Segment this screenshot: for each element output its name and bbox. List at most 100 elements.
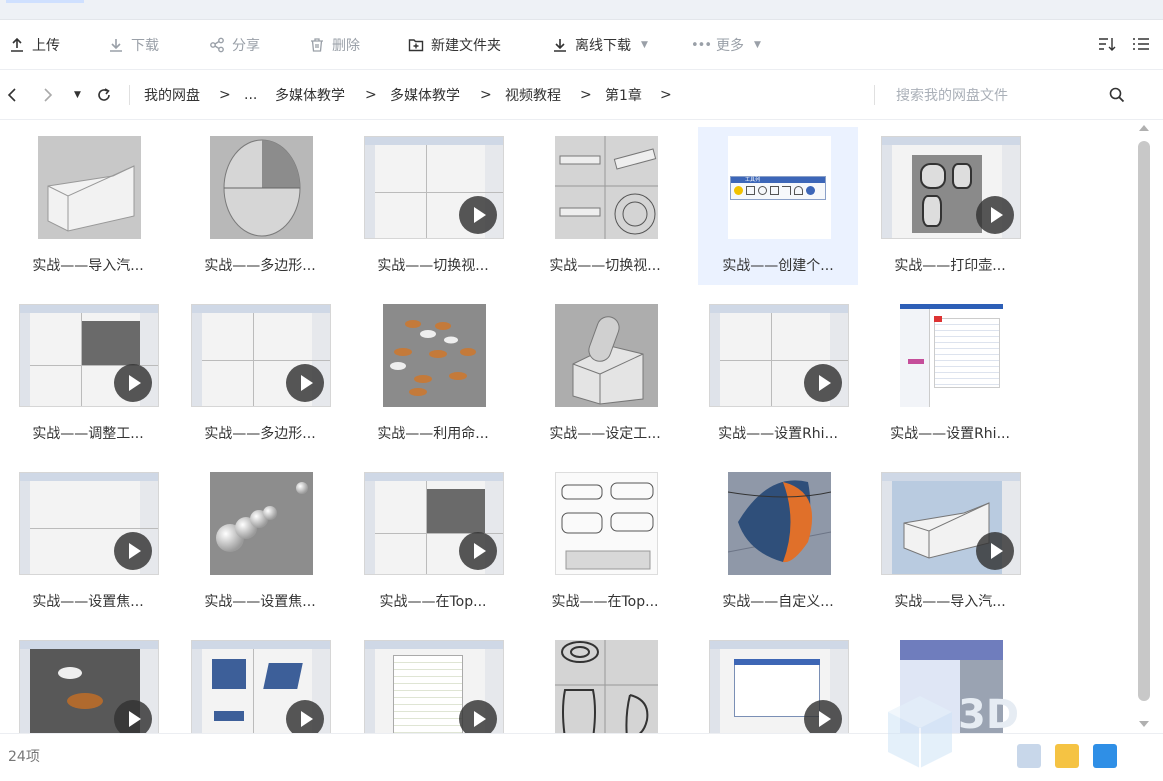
trash-icon bbox=[308, 36, 326, 54]
play-icon[interactable] bbox=[114, 364, 152, 402]
delete-label: 删除 bbox=[332, 38, 360, 54]
file-name: 实战——自定义... bbox=[722, 594, 834, 610]
file-item[interactable]: 实战——打印壶... bbox=[870, 129, 1030, 285]
play-icon[interactable] bbox=[114, 532, 152, 570]
breadcrumb-item[interactable]: 视频教程 bbox=[505, 70, 561, 120]
file-thumbnail bbox=[900, 304, 1003, 407]
play-icon[interactable] bbox=[804, 364, 842, 402]
scroll-down-icon[interactable] bbox=[1139, 721, 1149, 727]
play-icon[interactable] bbox=[114, 700, 152, 733]
file-thumbnail bbox=[555, 304, 658, 407]
breadcrumb-item[interactable]: 我的网盘 bbox=[144, 70, 200, 120]
scroll-up-icon[interactable] bbox=[1139, 125, 1149, 131]
file-item[interactable] bbox=[8, 633, 168, 733]
new-folder-label: 新建文件夹 bbox=[431, 38, 501, 54]
play-icon[interactable] bbox=[976, 196, 1014, 234]
list-view-icon[interactable] bbox=[1131, 34, 1151, 54]
file-name: 实战——在Top... bbox=[379, 594, 487, 610]
file-thumbnail bbox=[191, 640, 331, 733]
file-item[interactable]: 实战——自定义... bbox=[698, 465, 858, 621]
file-item[interactable] bbox=[698, 633, 858, 733]
file-item[interactable] bbox=[180, 633, 340, 733]
file-item[interactable]: 实战——在Top... bbox=[525, 465, 685, 621]
file-thumbnail bbox=[38, 136, 141, 239]
file-name: 实战——设置Rhi... bbox=[718, 426, 838, 442]
search-icon[interactable] bbox=[1107, 85, 1127, 105]
file-item[interactable] bbox=[525, 633, 685, 733]
refresh-icon bbox=[98, 88, 110, 101]
vertical-scrollbar[interactable] bbox=[1133, 121, 1155, 733]
watermark-text: 3D bbox=[958, 692, 1020, 738]
breadcrumb-item[interactable]: 多媒体教学 bbox=[390, 70, 460, 120]
transfer-icon[interactable] bbox=[1017, 744, 1041, 768]
breadcrumb-separator: > bbox=[580, 87, 592, 103]
play-icon[interactable] bbox=[459, 700, 497, 733]
share-icon bbox=[208, 36, 226, 54]
download-icon bbox=[107, 36, 125, 54]
offline-download-button[interactable]: 离线下载 ▼ bbox=[551, 20, 648, 70]
file-item[interactable]: 实战——设定工... bbox=[525, 297, 685, 453]
file-item[interactable]: 实战——设置Rhi... bbox=[870, 297, 1030, 453]
file-thumbnail bbox=[364, 472, 504, 575]
play-icon[interactable] bbox=[459, 196, 497, 234]
file-item[interactable]: 实战——在Top... bbox=[353, 465, 513, 621]
toolbar: 上传 下载 分享 删除 新建文件夹 离线下载 ▼ ••• 更多 ▼ bbox=[0, 20, 1163, 70]
breadcrumb-item[interactable]: ... bbox=[244, 70, 257, 120]
file-thumbnail bbox=[19, 472, 159, 575]
file-item[interactable]: 实战——切换视... bbox=[525, 129, 685, 285]
back-button[interactable] bbox=[6, 70, 18, 120]
title-strip bbox=[0, 0, 1163, 20]
sort-icon[interactable] bbox=[1097, 34, 1117, 54]
file-item[interactable]: 实战——调整工... bbox=[8, 297, 168, 453]
chevron-left-icon bbox=[7, 88, 16, 102]
upload-button[interactable]: 上传 bbox=[8, 20, 60, 70]
breadcrumb-separator: > bbox=[365, 87, 377, 103]
chevron-right-icon bbox=[44, 88, 53, 102]
file-item[interactable]: 实战——设置Rhi... bbox=[698, 297, 858, 453]
more-label: 更多 bbox=[716, 38, 744, 54]
file-item-selected[interactable]: 工具列 实战——创建个... bbox=[698, 127, 858, 285]
breadcrumb-item[interactable]: 第1章 bbox=[605, 70, 642, 120]
play-icon[interactable] bbox=[286, 700, 324, 733]
file-item[interactable]: 实战——利用命... bbox=[353, 297, 513, 453]
file-item[interactable]: 实战——多边形... bbox=[180, 297, 340, 453]
file-item[interactable] bbox=[353, 633, 513, 733]
file-item[interactable]: 实战——切换视... bbox=[353, 129, 513, 285]
upload-icon bbox=[8, 36, 26, 54]
download-label: 下载 bbox=[131, 38, 159, 54]
divider bbox=[874, 85, 875, 105]
delete-button[interactable]: 删除 bbox=[308, 20, 360, 70]
file-name: 实战——切换视... bbox=[549, 258, 661, 274]
more-dots-icon: ••• bbox=[691, 37, 712, 53]
breadcrumb-item[interactable]: 多媒体教学 bbox=[275, 70, 345, 120]
file-item[interactable]: 实战——导入汽... bbox=[870, 465, 1030, 621]
file-item[interactable]: 实战——设置焦... bbox=[8, 465, 168, 621]
file-name: 实战——切换视... bbox=[377, 258, 489, 274]
file-item[interactable]: 实战——设置焦... bbox=[180, 465, 340, 621]
gift-icon[interactable] bbox=[1055, 744, 1079, 768]
refresh-button[interactable] bbox=[96, 70, 112, 120]
file-thumbnail bbox=[19, 304, 159, 407]
file-name: 实战——多边形... bbox=[204, 258, 316, 274]
search-input[interactable]: 搜索我的网盘文件 bbox=[896, 70, 1008, 120]
file-thumbnail bbox=[383, 304, 486, 407]
download-button[interactable]: 下载 bbox=[107, 20, 159, 70]
file-name: 实战——创建个... bbox=[722, 258, 834, 274]
file-name: 实战——调整工... bbox=[32, 426, 144, 442]
share-button[interactable]: 分享 bbox=[208, 20, 260, 70]
play-icon[interactable] bbox=[286, 364, 324, 402]
toolbox-icon[interactable] bbox=[1093, 744, 1117, 768]
play-icon[interactable] bbox=[459, 532, 497, 570]
new-folder-button[interactable]: 新建文件夹 bbox=[407, 20, 501, 70]
more-button[interactable]: ••• 更多 ▼ bbox=[691, 20, 761, 70]
file-item[interactable]: 实战——多边形... bbox=[180, 129, 340, 285]
play-icon[interactable] bbox=[976, 532, 1014, 570]
play-icon[interactable] bbox=[804, 700, 842, 733]
file-item[interactable]: 实战——导入汽... bbox=[8, 129, 168, 285]
file-thumbnail: 工具列 bbox=[728, 136, 831, 239]
history-dropdown-icon[interactable]: ▼ bbox=[74, 70, 81, 120]
scrollbar-thumb[interactable] bbox=[1138, 141, 1150, 701]
file-name: 实战——导入汽... bbox=[894, 594, 1006, 610]
forward-button[interactable] bbox=[42, 70, 54, 120]
toolbox-image: 工具列 bbox=[730, 176, 826, 200]
